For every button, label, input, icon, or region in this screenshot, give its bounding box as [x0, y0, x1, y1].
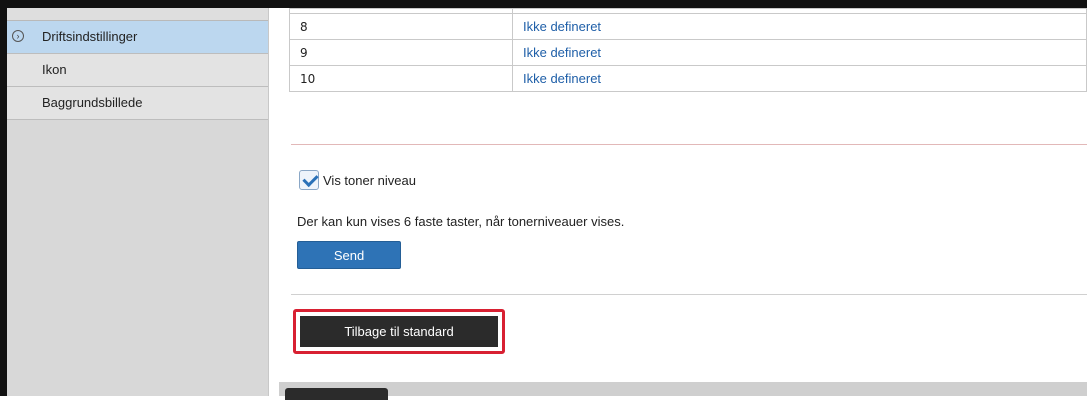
toner-level-option[interactable]: Vis toner niveau	[299, 168, 416, 192]
toner-level-checkbox[interactable]	[299, 170, 319, 190]
row-value-link[interactable]: Ikke defineret	[512, 65, 1087, 92]
bottom-button-cut-off[interactable]	[285, 388, 388, 400]
sidebar-item-label: Driftsindstillinger	[42, 29, 138, 44]
row-number: 10	[289, 65, 513, 92]
bottom-action-bar	[279, 382, 1087, 396]
window-frame-top	[0, 0, 1087, 8]
sidebar-item-driftsindstillinger[interactable]: › Driftsindstillinger	[7, 21, 268, 54]
row-value-link[interactable]: Ikke defineret	[512, 13, 1087, 40]
table-row: 9 Ikke defineret	[289, 39, 1087, 66]
sidebar-item-baggrundsbillede[interactable]: Baggrundsbillede	[7, 87, 268, 120]
row-number: 8	[289, 13, 513, 40]
highlight-frame: Tilbage til standard	[293, 309, 505, 354]
key-assignment-table: 8 Ikke defineret 9 Ikke defineret 10 Ikk…	[289, 8, 1087, 92]
sidebar-item-label: Baggrundsbillede	[42, 95, 143, 110]
row-number: 9	[289, 39, 513, 66]
send-button[interactable]: Send	[297, 241, 401, 269]
section-divider	[291, 144, 1087, 145]
main-content: 8 Ikke defineret 9 Ikke defineret 10 Ikk…	[279, 8, 1087, 382]
row-value-link[interactable]: Ikke defineret	[512, 39, 1087, 66]
sidebar-item-cut-off[interactable]	[7, 8, 268, 21]
table-row: 8 Ikke defineret	[289, 13, 1087, 40]
chevron-right-icon: ›	[12, 30, 24, 42]
sidebar-item-label: Ikon	[42, 62, 67, 77]
reset-to-default-button[interactable]: Tilbage til standard	[300, 316, 498, 347]
toner-note-text: Der kan kun vises 6 faste taster, når to…	[297, 214, 625, 229]
sidebar: › Driftsindstillinger Ikon Baggrundsbill…	[7, 8, 268, 396]
window-frame-left	[0, 0, 7, 396]
toner-level-label: Vis toner niveau	[323, 172, 416, 188]
table-row: 10 Ikke defineret	[289, 65, 1087, 92]
sidebar-divider	[268, 8, 269, 396]
checkmark-icon	[302, 170, 319, 188]
sidebar-item-ikon[interactable]: Ikon	[7, 54, 268, 87]
section-divider	[291, 294, 1087, 295]
